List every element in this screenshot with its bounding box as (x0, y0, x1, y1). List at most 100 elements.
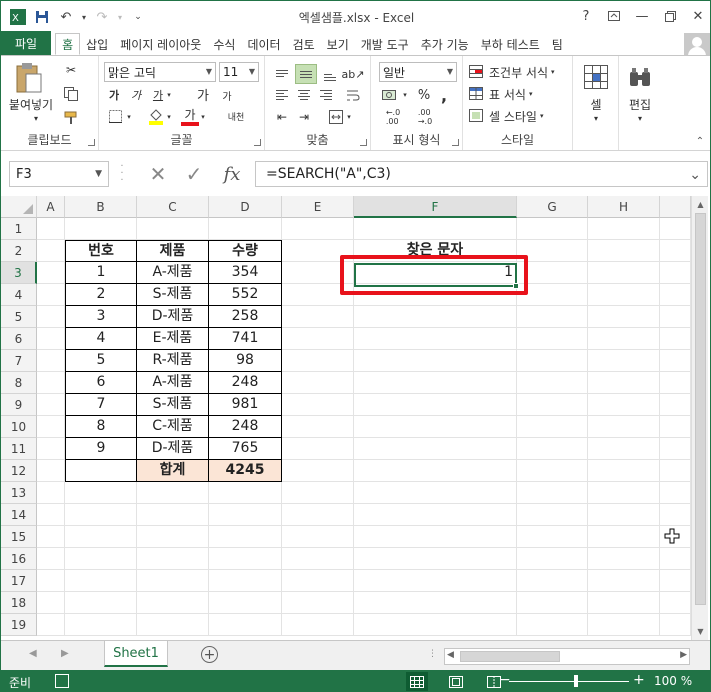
cells-dropdown-icon[interactable]: ▾ (591, 112, 601, 124)
grid-cell[interactable] (65, 548, 137, 570)
zoom-in-button[interactable]: + (633, 672, 645, 688)
grid-cell[interactable] (660, 548, 691, 570)
save-icon[interactable] (31, 6, 53, 28)
grid-cell[interactable] (137, 526, 209, 548)
phonetic-button[interactable]: 내천 (221, 106, 251, 126)
ribbon-display-options-icon[interactable] (600, 1, 628, 31)
grid-cell[interactable] (517, 438, 588, 460)
grid-cell[interactable] (517, 306, 588, 328)
number-format-select[interactable]: 일반 ▼ (379, 62, 457, 82)
tab-developer[interactable]: 개발 도구 (355, 33, 415, 55)
font-color-button[interactable]: 가 (181, 106, 199, 126)
table-cell-quantity[interactable]: 248 (209, 372, 282, 394)
grid-cell[interactable] (517, 350, 588, 372)
grid-cell[interactable] (517, 526, 588, 548)
number-launcher-icon[interactable] (452, 139, 459, 146)
table-header-number[interactable]: 번호 (65, 240, 137, 262)
grid-cell[interactable] (65, 570, 137, 592)
grid-cell[interactable] (517, 394, 588, 416)
grid-cell[interactable] (137, 504, 209, 526)
grid-cell[interactable] (588, 438, 660, 460)
grid-cell[interactable] (282, 394, 354, 416)
grid-cell[interactable] (588, 548, 660, 570)
sheet-scroll-left-icon[interactable]: ◀ (29, 648, 37, 659)
percent-button[interactable]: % (415, 86, 433, 104)
table-cell-number[interactable]: 2 (65, 284, 137, 306)
zoom-level[interactable]: 100 % (654, 674, 692, 688)
table-cell-number[interactable]: 9 (65, 438, 137, 460)
column-header-e[interactable]: E (282, 196, 354, 218)
increase-decimal-icon[interactable]: ←.0.00 (379, 108, 407, 126)
paste-dropdown-icon[interactable]: ▾ (31, 112, 41, 124)
grow-font-button[interactable]: 가 (193, 84, 213, 104)
tab-add-ins[interactable]: 추가 기능 (415, 33, 475, 55)
grid-cell[interactable] (282, 482, 354, 504)
grid-cell[interactable] (517, 218, 588, 240)
grid-cell[interactable] (588, 218, 660, 240)
column-header-next[interactable] (660, 196, 691, 218)
sheet-scroll-right-icon[interactable]: ▶ (61, 648, 69, 659)
format-painter-icon[interactable] (61, 108, 81, 128)
merge-center-icon[interactable] (327, 108, 345, 126)
grid-cell[interactable] (588, 328, 660, 350)
grid-cell[interactable] (660, 218, 691, 240)
grid-cell[interactable] (37, 262, 65, 284)
row-header-11[interactable]: 11 (1, 438, 37, 460)
table-cell-product[interactable]: S-제품 (137, 394, 209, 416)
row-header-4[interactable]: 4 (1, 284, 37, 306)
grid-cell[interactable] (660, 614, 691, 636)
table-cell-number[interactable]: 4 (65, 328, 137, 350)
table-cell-quantity[interactable]: 765 (209, 438, 282, 460)
row-header-14[interactable]: 14 (1, 504, 37, 526)
tab-team[interactable]: 팀 (546, 33, 569, 55)
row-header-17[interactable]: 17 (1, 570, 37, 592)
font-color-dropdown-icon[interactable]: ▾ (199, 110, 207, 124)
orientation-icon[interactable]: ab↗ (342, 64, 365, 84)
editing-dropdown-icon[interactable]: ▾ (635, 112, 645, 124)
grid-cell[interactable] (588, 306, 660, 328)
column-header-h[interactable]: H (588, 196, 660, 218)
table-cell-quantity[interactable]: 741 (209, 328, 282, 350)
fill-color-dropdown-icon[interactable]: ▾ (165, 110, 173, 124)
column-header-d[interactable]: D (209, 196, 282, 218)
table-cell-number[interactable]: 6 (65, 372, 137, 394)
grid-cell[interactable] (588, 394, 660, 416)
zoom-slider[interactable] (509, 681, 629, 682)
table-cell-quantity[interactable]: 552 (209, 284, 282, 306)
grid-cell[interactable] (209, 570, 282, 592)
grid-cell[interactable] (282, 614, 354, 636)
table-cell-quantity[interactable]: 258 (209, 306, 282, 328)
grid-cell[interactable] (282, 350, 354, 372)
grid-cell[interactable] (37, 284, 65, 306)
grid-cell[interactable] (588, 570, 660, 592)
name-box[interactable]: F3 ▼ (9, 161, 109, 187)
name-box-dropdown-icon[interactable]: ▼ (95, 169, 102, 179)
column-header-f[interactable]: F (354, 196, 517, 218)
grid-cell[interactable] (588, 592, 660, 614)
grid-cell[interactable] (660, 328, 691, 350)
table-cell-product[interactable]: C-제품 (137, 416, 209, 438)
grid-cell[interactable] (517, 482, 588, 504)
grid-cell[interactable] (209, 548, 282, 570)
grid-cell[interactable] (137, 614, 209, 636)
collapse-ribbon-icon[interactable]: ⌃ (694, 136, 706, 147)
cells-icon[interactable] (581, 62, 611, 92)
grid-cell[interactable] (209, 592, 282, 614)
shrink-font-button[interactable]: 가 (217, 86, 237, 104)
decrease-decimal-icon[interactable]: .00 →.0 (411, 108, 439, 126)
zoom-out-button[interactable]: − (499, 672, 511, 688)
grid-cell[interactable] (37, 394, 65, 416)
row-header-10[interactable]: 10 (1, 416, 37, 438)
table-cell-product[interactable]: A-제품 (137, 262, 209, 284)
fill-handle[interactable] (513, 283, 519, 289)
help-button[interactable]: ? (572, 1, 600, 31)
grid-cell[interactable] (354, 306, 517, 328)
grid-cell[interactable] (354, 526, 517, 548)
grid-cell[interactable] (37, 218, 65, 240)
row-header-16[interactable]: 16 (1, 548, 37, 570)
row-header-1[interactable]: 1 (1, 218, 37, 240)
grid-cell[interactable] (37, 570, 65, 592)
grid-cell[interactable] (660, 394, 691, 416)
vertical-scroll-thumb[interactable] (695, 213, 706, 605)
scroll-down-icon[interactable]: ▼ (692, 623, 709, 640)
